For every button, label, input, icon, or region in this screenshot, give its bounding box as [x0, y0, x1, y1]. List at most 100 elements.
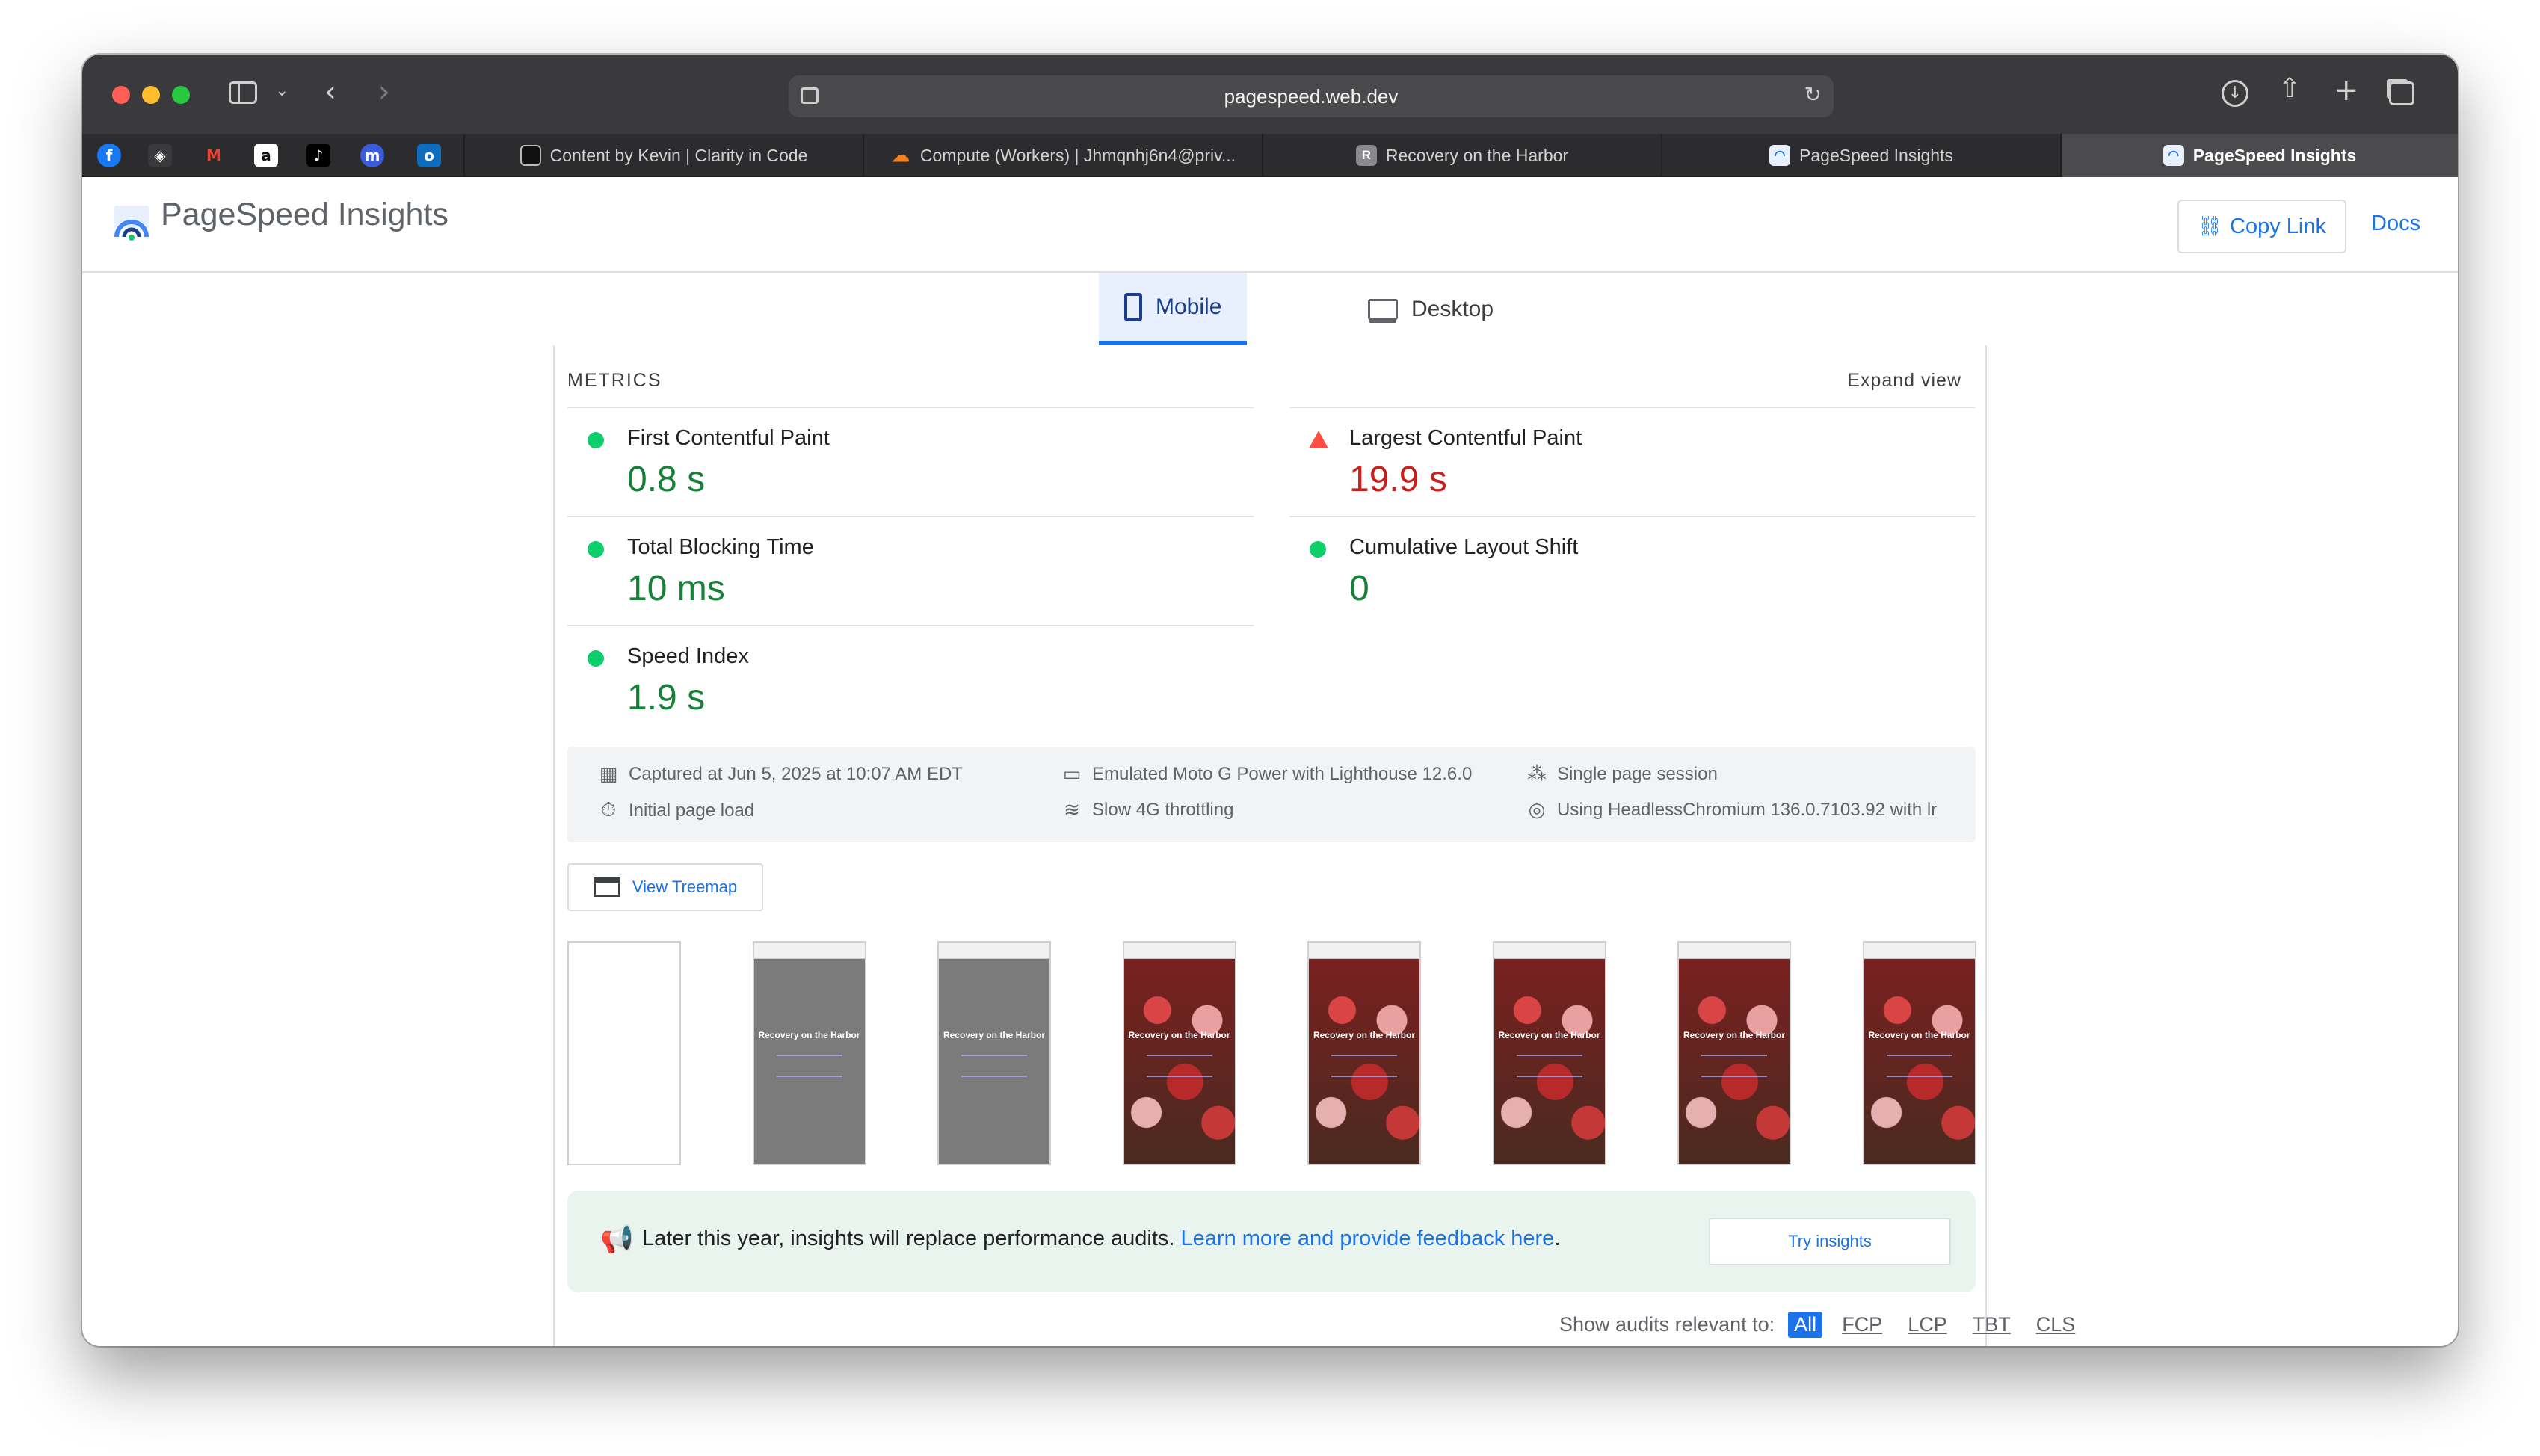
tab-overview-icon[interactable] [2389, 81, 2414, 105]
outlook-icon[interactable]: o [417, 144, 441, 167]
metric-cumulative-layout-shift: Cumulative Layout Shift 0 [1289, 516, 1976, 625]
sidebar-toggle-icon[interactable] [229, 81, 257, 104]
tab-pagespeed-insights[interactable]: ◠ PageSpeed Insights [1661, 134, 2060, 177]
devices-icon: ▭ [1062, 763, 1082, 786]
metric-label: Cumulative Layout Shift [1349, 535, 1579, 559]
facebook-icon[interactable]: f [97, 144, 121, 167]
frame-title: Recovery on the Harbor [1498, 1030, 1600, 1040]
reload-icon[interactable]: ↻ [1804, 84, 1822, 105]
pass-icon [588, 650, 604, 667]
share-icon[interactable]: ⇧ [2278, 75, 2301, 102]
timer-icon: ⏱ [600, 799, 617, 821]
amazon-icon[interactable]: a [254, 144, 278, 167]
tab-mobile[interactable]: Mobile [1099, 273, 1248, 345]
forward-icon[interactable]: › [378, 77, 390, 107]
browser-version-text: Using HeadlessChromium 136.0.7103.92 wit… [1557, 800, 1938, 820]
frame-browser-bar [1864, 943, 1975, 959]
frame-screenshot: Recovery on the Harbor [1679, 959, 1790, 1164]
download-icon[interactable]: ↓ [2222, 80, 2248, 107]
frame-browser-bar [1494, 943, 1605, 959]
filter-cls[interactable]: CLS [2030, 1312, 2082, 1338]
zoom-window-button[interactable] [172, 86, 190, 104]
tab-compute-workers[interactable]: ☁ Compute (Workers) | Jhmqnhj6n4@priv... [863, 134, 1262, 177]
metric-value: 19.9 s [1349, 460, 1447, 499]
frame-text-lines [961, 1055, 1027, 1077]
tab-mobile-label: Mobile [1156, 294, 1222, 319]
metric-value: 10 ms [627, 569, 725, 608]
frame-text-lines [1701, 1055, 1767, 1077]
tab-content-by-kevin[interactable]: Content by Kevin | Clarity in Code [463, 134, 863, 177]
frame-screenshot: Recovery on the Harbor [939, 959, 1049, 1164]
learn-more-link[interactable]: Learn more and provide feedback here [1181, 1227, 1555, 1250]
copy-link-label: Copy Link [2230, 214, 2326, 238]
captured-at-text: Captured at Jun 5, 2025 at 10:07 AM EDT [629, 764, 963, 784]
tab-pagespeed-insights-active[interactable]: ◠ PageSpeed Insights [2060, 134, 2458, 177]
tab-desktop[interactable]: Desktop [1343, 273, 1519, 345]
page-session-text: Single page session [1557, 764, 1718, 784]
pinned-glyph: o [424, 146, 434, 164]
tab-label: PageSpeed Insights [2192, 145, 2357, 165]
close-window-button[interactable] [112, 86, 130, 104]
gmail-icon[interactable]: M [202, 144, 226, 167]
shield-icon[interactable]: ◈ [148, 144, 172, 167]
minimize-window-button[interactable] [142, 86, 160, 104]
metric-label: Largest Contentful Paint [1349, 426, 1582, 450]
tab-label: Content by Kevin | Clarity in Code [549, 145, 808, 165]
frame-text-lines [1516, 1055, 1582, 1077]
frame-screenshot: Recovery on the Harbor [1123, 959, 1235, 1164]
link-icon: ⛓ [2198, 215, 2223, 238]
filmstrip-frame: Recovery on the Harbor [1677, 941, 1791, 1165]
metric-label: Speed Index [627, 644, 749, 668]
banner-message: Later this year, insights will replace p… [642, 1227, 1560, 1251]
frame-browser-bar [1123, 943, 1235, 959]
network-throttling-text: Slow 4G throttling [1092, 800, 1234, 820]
frame-title: Recovery on the Harbor [1128, 1030, 1230, 1040]
back-icon[interactable]: ‹ [324, 77, 336, 107]
filter-tbt[interactable]: TBT [1967, 1312, 2017, 1338]
url-text: pagespeed.web.dev [1224, 85, 1399, 108]
pinned-glyph: ◈ [154, 146, 166, 164]
filmstrip-frame: Recovery on the Harbor [752, 941, 866, 1165]
network-throttling: ≋ Slow 4G throttling [1061, 799, 1233, 821]
copy-link-button[interactable]: ⛓ Copy Link [2177, 200, 2346, 253]
frame-screenshot: Recovery on the Harbor [753, 959, 865, 1164]
expand-view-toggle[interactable]: Expand view [1847, 370, 1961, 392]
metric-first-contentful-paint: First Contentful Paint 0.8 s [567, 407, 1254, 516]
pagespeed-icon: ◠ [2163, 145, 2184, 166]
captured-at: ▦ Captured at Jun 5, 2025 at 10:07 AM ED… [597, 763, 963, 786]
metrics-heading: METRICS [567, 370, 662, 391]
tab-glyph: R [1361, 148, 1372, 162]
wifi-icon: ≋ [1064, 799, 1080, 821]
tab-recovery-on-the-harbor[interactable]: R Recovery on the Harbor [1262, 134, 1661, 177]
app-header: PageSpeed Insights ⛓ Copy Link Docs [82, 177, 2458, 273]
try-insights-button[interactable]: Try insights [1709, 1218, 1951, 1265]
filter-lcp[interactable]: LCP [1902, 1312, 1953, 1338]
frame-screenshot: Recovery on the Harbor [1864, 959, 1975, 1164]
audit-filters: Show audits relevant to: All FCP LCP TBT… [1559, 1312, 2081, 1338]
metric-total-blocking-time: Total Blocking Time 10 ms [567, 516, 1254, 625]
app-icon[interactable]: m [360, 144, 384, 167]
pinned-glyph: M [206, 146, 221, 164]
frame-title: Recovery on the Harbor [943, 1030, 1046, 1040]
filmstrip-frame: Recovery on the Harbor [1492, 941, 1606, 1165]
frame-screenshot: Recovery on the Harbor [1309, 959, 1419, 1164]
laptop-icon [1368, 298, 1398, 320]
address-bar[interactable]: pagespeed.web.dev ↻ [789, 75, 1834, 117]
chrome-icon: ◎ [1528, 799, 1546, 821]
browser-titlebar: ⌄ ‹ › pagespeed.web.dev ↻ ↓ ⇧ + [82, 55, 2458, 134]
tiktok-icon[interactable]: ♪ [306, 144, 330, 167]
view-treemap-button[interactable]: View Treemap [567, 863, 763, 911]
filter-all[interactable]: All [1788, 1312, 1823, 1338]
metric-label: First Contentful Paint [627, 426, 830, 450]
docs-link[interactable]: Docs [2371, 212, 2420, 236]
filmstrip-frame: Recovery on the Harbor [937, 941, 1051, 1165]
metric-value: 0 [1349, 569, 1369, 608]
frame-browser-bar [939, 943, 1049, 959]
filmstrip-frame [567, 941, 681, 1165]
frame-title: Recovery on the Harbor [758, 1030, 860, 1040]
new-tab-icon[interactable]: + [2334, 75, 2359, 105]
chevron-down-icon[interactable]: ⌄ [275, 83, 289, 99]
frame-text-lines [776, 1055, 842, 1077]
filmstrip-frame: Recovery on the Harbor [1862, 941, 1976, 1165]
filter-fcp[interactable]: FCP [1836, 1312, 1888, 1338]
